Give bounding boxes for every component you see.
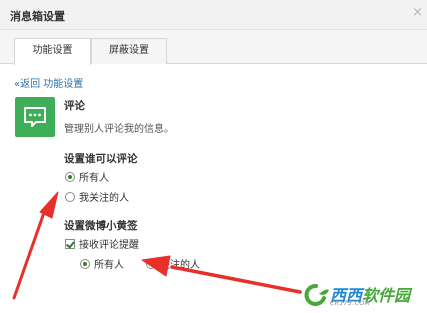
watermark-logo: 西西软件园 CR173.COM: [300, 282, 410, 307]
watermark-domain: CR173.COM: [330, 300, 371, 307]
radio-label: 所有人: [94, 260, 124, 271]
back-to-feature-settings-link[interactable]: «返回 功能设置: [14, 75, 83, 90]
who-can-comment-heading: 设置谁可以评论: [64, 153, 138, 165]
arrow-left: [12, 191, 59, 300]
feature-name: 评论: [64, 100, 85, 112]
radio-notice-following[interactable]: 关注的人: [146, 256, 200, 271]
radio-button[interactable]: [146, 258, 156, 269]
checkbox-receive-comment-notice[interactable]: 接收评论提醒: [65, 236, 139, 251]
radio-label: 我关注的人: [79, 193, 129, 204]
checkbox[interactable]: [65, 238, 75, 249]
leaf-logo-icon: [300, 282, 330, 306]
radio-comment-everyone[interactable]: 所有人: [65, 169, 109, 184]
notice-heading: 设置微博小黄签: [64, 220, 138, 232]
radio-button[interactable]: [65, 191, 75, 202]
checkbox-label: 接收评论提醒: [79, 240, 139, 251]
radio-notice-everyone[interactable]: 所有人: [80, 256, 124, 271]
radio-label: 所有人: [79, 173, 109, 184]
comment-bubble-icon: [15, 97, 55, 137]
radio-comment-following[interactable]: 我关注的人: [65, 189, 129, 204]
radio-button[interactable]: [80, 258, 90, 269]
dialog-titlebar: 消息箱设置 ×: [0, 0, 427, 30]
radio-button[interactable]: [65, 171, 75, 182]
tab-block-settings[interactable]: 屏蔽设置: [91, 38, 167, 64]
tab-bar: 功能设置 屏蔽设置: [0, 30, 427, 65]
tab-feature-settings[interactable]: 功能设置: [14, 38, 91, 65]
dialog-title: 消息箱设置: [10, 10, 65, 23]
radio-label: 关注的人: [160, 260, 200, 271]
feature-description: 管理别人评论我的信息。: [64, 124, 174, 135]
close-icon[interactable]: ×: [412, 6, 423, 20]
